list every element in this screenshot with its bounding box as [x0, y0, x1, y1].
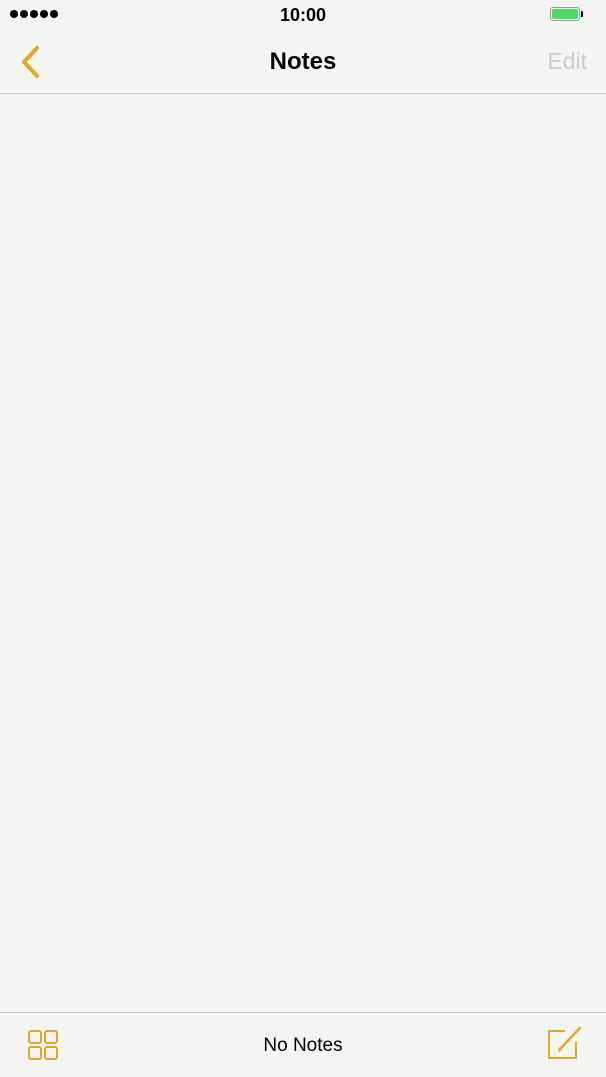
- page-title: Notes: [269, 48, 337, 75]
- bottom-toolbar: No Notes: [0, 1012, 606, 1077]
- status-time: 10:00: [279, 5, 327, 25]
- battery-icon: [550, 7, 584, 23]
- notes-list-empty: [0, 94, 606, 1012]
- navigation-bar: Notes Edit: [0, 30, 606, 94]
- edit-button[interactable]: Edit: [547, 48, 587, 75]
- notes-screen: 10:00 Notes Edit No Notes: [0, 0, 606, 1077]
- status-bar: 10:00: [0, 0, 606, 30]
- notes-count-label: No Notes: [263, 1035, 343, 1056]
- compose-button[interactable]: [546, 1025, 584, 1061]
- compose-icon: [548, 1026, 582, 1059]
